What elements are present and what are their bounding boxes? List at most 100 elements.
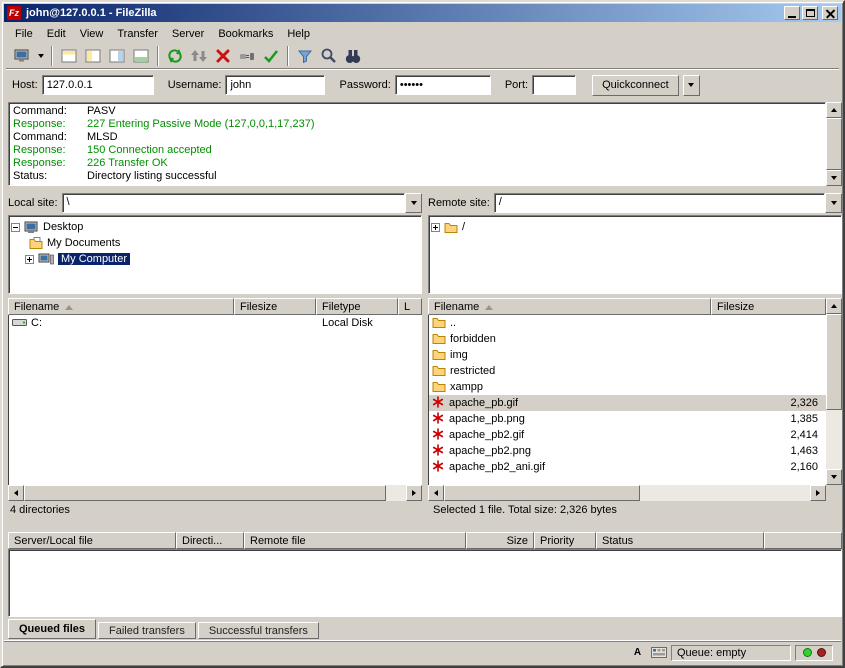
- local-list-hscrollbar[interactable]: [8, 485, 422, 501]
- file-row[interactable]: apache_pb2.gif 2,414: [429, 427, 826, 443]
- local-site-combobox[interactable]: \: [62, 193, 422, 213]
- scroll-down-button[interactable]: [826, 469, 842, 485]
- column-filesize[interactable]: Filesize: [711, 298, 826, 315]
- titlebar[interactable]: Fz john@127.0.0.1 - FileZilla: [4, 4, 841, 22]
- tab-successful-transfers[interactable]: Successful transfers: [198, 622, 319, 639]
- file-row[interactable]: apache_pb.png 1,385: [429, 411, 826, 427]
- remote-site-dropdown[interactable]: [825, 193, 842, 213]
- file-row[interactable]: C: Local Disk: [9, 315, 421, 331]
- column-status[interactable]: Status: [596, 532, 764, 549]
- remote-list-scrollbar[interactable]: [826, 298, 842, 485]
- keypad-indicator-icon[interactable]: [650, 645, 667, 660]
- keypad-icon: [651, 647, 667, 658]
- column-filename[interactable]: Filename: [428, 298, 711, 315]
- process-queue-icon: [190, 47, 208, 65]
- file-row[interactable]: ..: [429, 315, 826, 331]
- quickconnect-button[interactable]: Quickconnect: [592, 75, 679, 96]
- column-last-modified[interactable]: L: [398, 298, 422, 315]
- scroll-left-button[interactable]: [8, 485, 24, 501]
- menu-file[interactable]: File: [8, 26, 40, 42]
- tab-failed-transfers[interactable]: Failed transfers: [98, 622, 196, 639]
- image-file-icon: [432, 460, 445, 475]
- ascii-transfer-type-icon[interactable]: A: [629, 645, 646, 660]
- minimize-button[interactable]: [784, 6, 800, 20]
- remote-list-hscrollbar[interactable]: [428, 485, 826, 501]
- file-row[interactable]: img: [429, 347, 826, 363]
- cancel-operation-button[interactable]: [211, 45, 235, 67]
- scroll-left-button[interactable]: [428, 485, 444, 501]
- column-direction[interactable]: Directi...: [176, 532, 244, 549]
- toggle-remote-treeview-button[interactable]: [105, 45, 129, 67]
- column-server-local-file[interactable]: Server/Local file: [8, 532, 176, 549]
- tree-item-root[interactable]: /: [431, 219, 839, 235]
- port-input[interactable]: [532, 75, 576, 95]
- close-button[interactable]: [822, 6, 838, 20]
- tree-item-desktop[interactable]: Desktop: [11, 219, 419, 235]
- column-priority[interactable]: Priority: [534, 532, 596, 549]
- quickconnect-dropdown[interactable]: [683, 75, 700, 96]
- file-row[interactable]: apache_pb2_ani.gif 2,160: [429, 459, 826, 475]
- arrow-right-icon: [412, 490, 419, 496]
- column-filetype[interactable]: Filetype: [316, 298, 398, 315]
- menu-server[interactable]: Server: [165, 26, 211, 42]
- scroll-right-button[interactable]: [810, 485, 826, 501]
- local-file-list[interactable]: C: Local Disk: [8, 315, 422, 485]
- message-log[interactable]: Command:PASV Response:227 Entering Passi…: [8, 102, 826, 186]
- maximize-button[interactable]: [802, 6, 818, 20]
- scroll-right-button[interactable]: [406, 485, 422, 501]
- host-input[interactable]: [42, 75, 154, 95]
- process-queue-button[interactable]: [187, 45, 211, 67]
- site-manager-dropdown[interactable]: [34, 45, 47, 67]
- tab-queued-files[interactable]: Queued files: [8, 619, 96, 639]
- log-scrollbar[interactable]: [826, 102, 842, 186]
- expand-icon[interactable]: [431, 223, 440, 232]
- scrollbar-thumb[interactable]: [444, 485, 640, 501]
- reconnect-button[interactable]: [259, 45, 283, 67]
- expand-icon[interactable]: [25, 255, 34, 264]
- tree-item-label-selected: My Computer: [58, 253, 130, 265]
- scrollbar-thumb[interactable]: [826, 118, 842, 170]
- file-row[interactable]: forbidden: [429, 331, 826, 347]
- scrollbar-thumb[interactable]: [826, 314, 842, 410]
- collapse-icon[interactable]: [11, 223, 20, 232]
- compare-directories-button[interactable]: [317, 45, 341, 67]
- local-treeview[interactable]: Desktop My Documents My Computer: [8, 215, 422, 294]
- file-row[interactable]: restricted: [429, 363, 826, 379]
- password-input[interactable]: [395, 75, 491, 95]
- site-manager-button[interactable]: [10, 45, 34, 67]
- directory-filters-button[interactable]: [293, 45, 317, 67]
- remote-treeview[interactable]: /: [428, 215, 842, 294]
- local-site-dropdown[interactable]: [405, 193, 422, 213]
- transfer-queue-list[interactable]: [8, 549, 842, 617]
- toggle-message-log-button[interactable]: [57, 45, 81, 67]
- refresh-button[interactable]: [163, 45, 187, 67]
- tree-item-my-computer[interactable]: My Computer: [11, 251, 419, 267]
- menu-help[interactable]: Help: [280, 26, 317, 42]
- column-filesize[interactable]: Filesize: [234, 298, 316, 315]
- toggle-local-treeview-button[interactable]: [81, 45, 105, 67]
- file-row[interactable]: xampp: [429, 379, 826, 395]
- file-row-selected[interactable]: apache_pb.gif 2,326: [429, 395, 826, 411]
- column-filename[interactable]: Filename: [8, 298, 234, 315]
- disconnect-button[interactable]: [235, 45, 259, 67]
- column-remote-file[interactable]: Remote file: [244, 532, 466, 549]
- username-input[interactable]: [225, 75, 325, 95]
- file-size: 2,326: [712, 397, 826, 409]
- scroll-up-button[interactable]: [826, 298, 842, 314]
- menu-transfer[interactable]: Transfer: [110, 26, 165, 42]
- menu-view[interactable]: View: [73, 26, 111, 42]
- folder-icon: [432, 380, 446, 395]
- toggle-transfer-queue-button[interactable]: [129, 45, 153, 67]
- column-size[interactable]: Size: [466, 532, 534, 549]
- file-row[interactable]: apache_pb2.png 1,463: [429, 443, 826, 459]
- minimize-icon: [788, 16, 796, 18]
- scroll-up-button[interactable]: [826, 102, 842, 118]
- remote-file-list[interactable]: .. forbidden img restricted xampp apache…: [428, 315, 826, 485]
- scrollbar-thumb[interactable]: [24, 485, 386, 501]
- scroll-down-button[interactable]: [826, 170, 842, 186]
- tree-item-my-documents[interactable]: My Documents: [11, 235, 419, 251]
- menu-edit[interactable]: Edit: [40, 26, 73, 42]
- menu-bookmarks[interactable]: Bookmarks: [211, 26, 280, 42]
- find-files-button[interactable]: [341, 45, 365, 67]
- remote-site-combobox[interactable]: /: [494, 193, 842, 213]
